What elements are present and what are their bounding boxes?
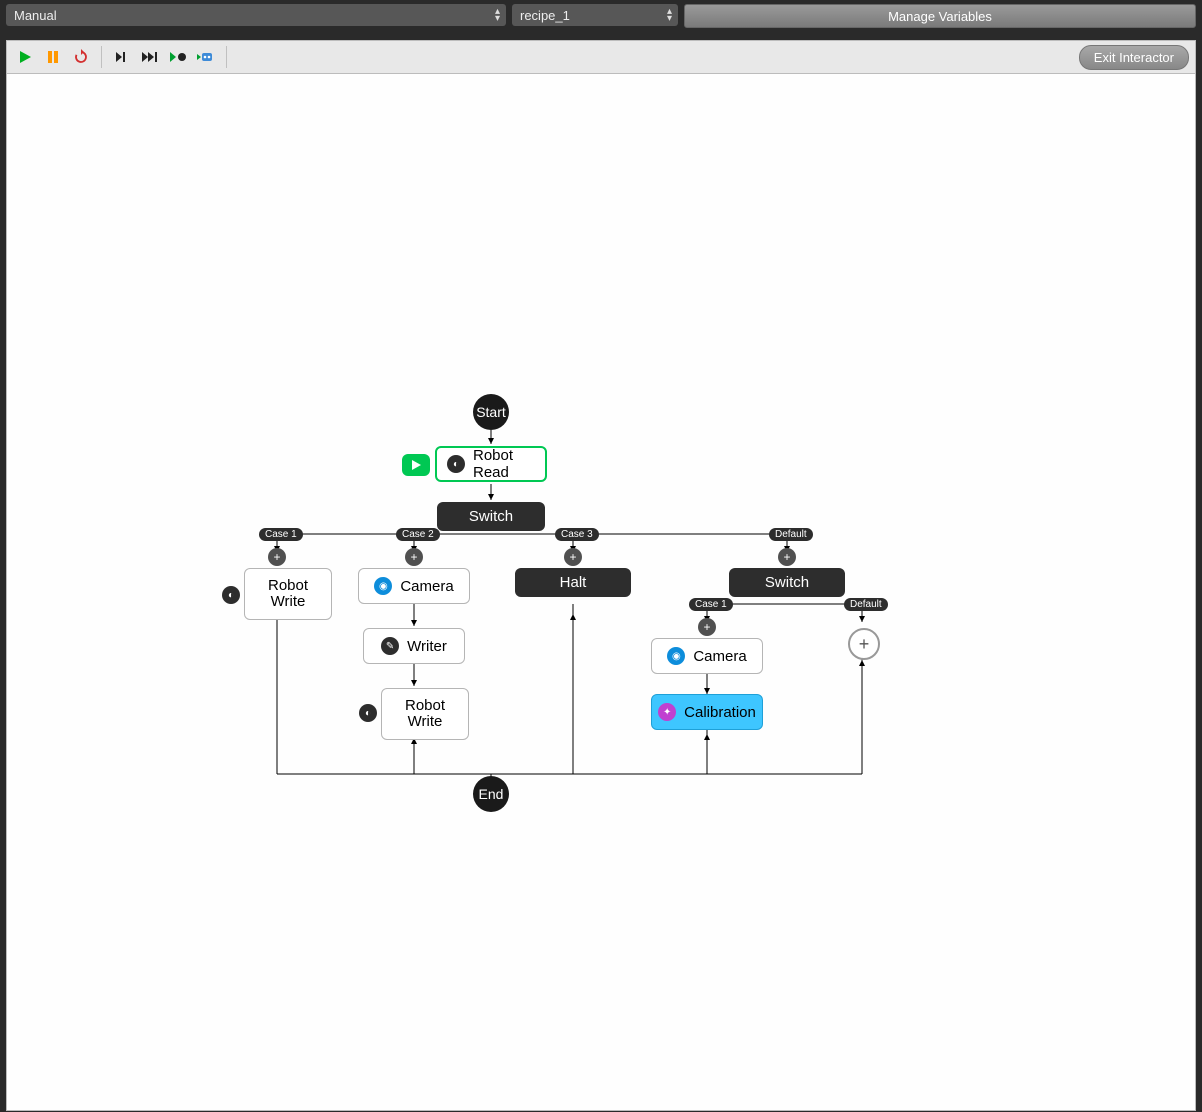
robot-step-button[interactable]	[194, 45, 218, 69]
add-step-button[interactable]: +	[698, 618, 716, 636]
camera-icon: ◉	[667, 647, 685, 665]
exit-interactor-button[interactable]: Exit Interactor	[1079, 45, 1189, 70]
add-step-button[interactable]: +	[268, 548, 286, 566]
step-over-button[interactable]	[110, 45, 134, 69]
writer-label: Writer	[407, 638, 447, 655]
play-icon	[18, 50, 32, 64]
case-pill[interactable]: Case 1	[689, 598, 733, 611]
calibration-icon: ✦	[658, 703, 676, 721]
robot-write-node[interactable]: Robot Write	[381, 688, 469, 740]
play-button[interactable]	[13, 45, 37, 69]
toolbar: Exit Interactor	[6, 40, 1196, 74]
start-label: Start	[476, 404, 506, 420]
robot-icon: ◐	[447, 455, 465, 473]
case-pill[interactable]: Default	[844, 598, 888, 611]
calibration-node[interactable]: ✦ Calibration	[651, 694, 763, 730]
start-node[interactable]: Start	[473, 394, 509, 430]
case-pill[interactable]: Default	[769, 528, 813, 541]
robot-icon: ◐	[222, 586, 240, 604]
robot-icon: ◐	[359, 704, 377, 722]
calibration-label: Calibration	[684, 704, 756, 721]
pause-icon	[46, 50, 60, 64]
toolbar-separator	[226, 46, 227, 68]
camera-node[interactable]: ◉ Camera	[651, 638, 763, 674]
step-over-icon	[114, 50, 130, 64]
end-label: End	[479, 786, 504, 802]
step-end-icon	[141, 50, 159, 64]
switch-node[interactable]: Switch	[729, 568, 845, 597]
case-pill[interactable]: Case 1	[259, 528, 303, 541]
halt-label: Halt	[560, 574, 587, 591]
robot-read-node[interactable]: ◐ Robot Read	[435, 446, 547, 482]
case-pill[interactable]: Case 3	[555, 528, 599, 541]
camera-node[interactable]: ◉ Camera	[358, 568, 470, 604]
add-step-button[interactable]: +	[405, 548, 423, 566]
camera-label: Camera	[400, 578, 453, 595]
case-pill[interactable]: Case 2	[396, 528, 440, 541]
robot-write-label: Robot Write	[255, 578, 321, 611]
pause-button[interactable]	[41, 45, 65, 69]
run-to-icon	[169, 50, 187, 64]
writer-icon: ✎	[381, 637, 399, 655]
halt-node[interactable]: Halt	[515, 568, 631, 597]
exit-label: Exit Interactor	[1094, 50, 1174, 65]
mode-value: Manual	[14, 8, 57, 23]
switch-label: Switch	[765, 574, 809, 591]
manage-variables-button[interactable]: Manage Variables	[684, 4, 1196, 28]
recipe-select[interactable]: recipe_1 ▴▾	[512, 4, 678, 26]
robot-write-label: Robot Write	[392, 698, 458, 731]
robot-write-node[interactable]: Robot Write	[244, 568, 332, 620]
switch-label: Switch	[469, 508, 513, 525]
reset-icon	[73, 49, 89, 65]
writer-node[interactable]: ✎ Writer	[363, 628, 465, 664]
end-node[interactable]: End	[473, 776, 509, 812]
add-branch-button[interactable]: +	[848, 628, 880, 660]
mode-select[interactable]: Manual ▴▾	[6, 4, 506, 26]
flowchart-canvas[interactable]: Start ◐ Robot Read Switch Case 1 Case 2 …	[6, 74, 1196, 1111]
reset-button[interactable]	[69, 45, 93, 69]
switch-node[interactable]: Switch	[437, 502, 545, 531]
chevron-up-down-icon: ▴▾	[495, 8, 500, 22]
manage-label: Manage Variables	[888, 9, 992, 24]
robot-icon	[197, 49, 215, 65]
current-step-indicator	[402, 454, 430, 476]
play-icon	[410, 459, 422, 471]
camera-icon: ◉	[374, 577, 392, 595]
recipe-value: recipe_1	[520, 8, 570, 23]
chevron-up-down-icon: ▴▾	[667, 8, 672, 22]
toolbar-separator	[101, 46, 102, 68]
top-header: Manual ▴▾ recipe_1 ▴▾ Manage Variables	[0, 0, 1202, 32]
add-step-button[interactable]: +	[564, 548, 582, 566]
run-to-button[interactable]	[166, 45, 190, 69]
step-end-button[interactable]	[138, 45, 162, 69]
camera-label: Camera	[693, 648, 746, 665]
add-step-button[interactable]: +	[778, 548, 796, 566]
robot-read-label: Robot Read	[473, 447, 535, 481]
